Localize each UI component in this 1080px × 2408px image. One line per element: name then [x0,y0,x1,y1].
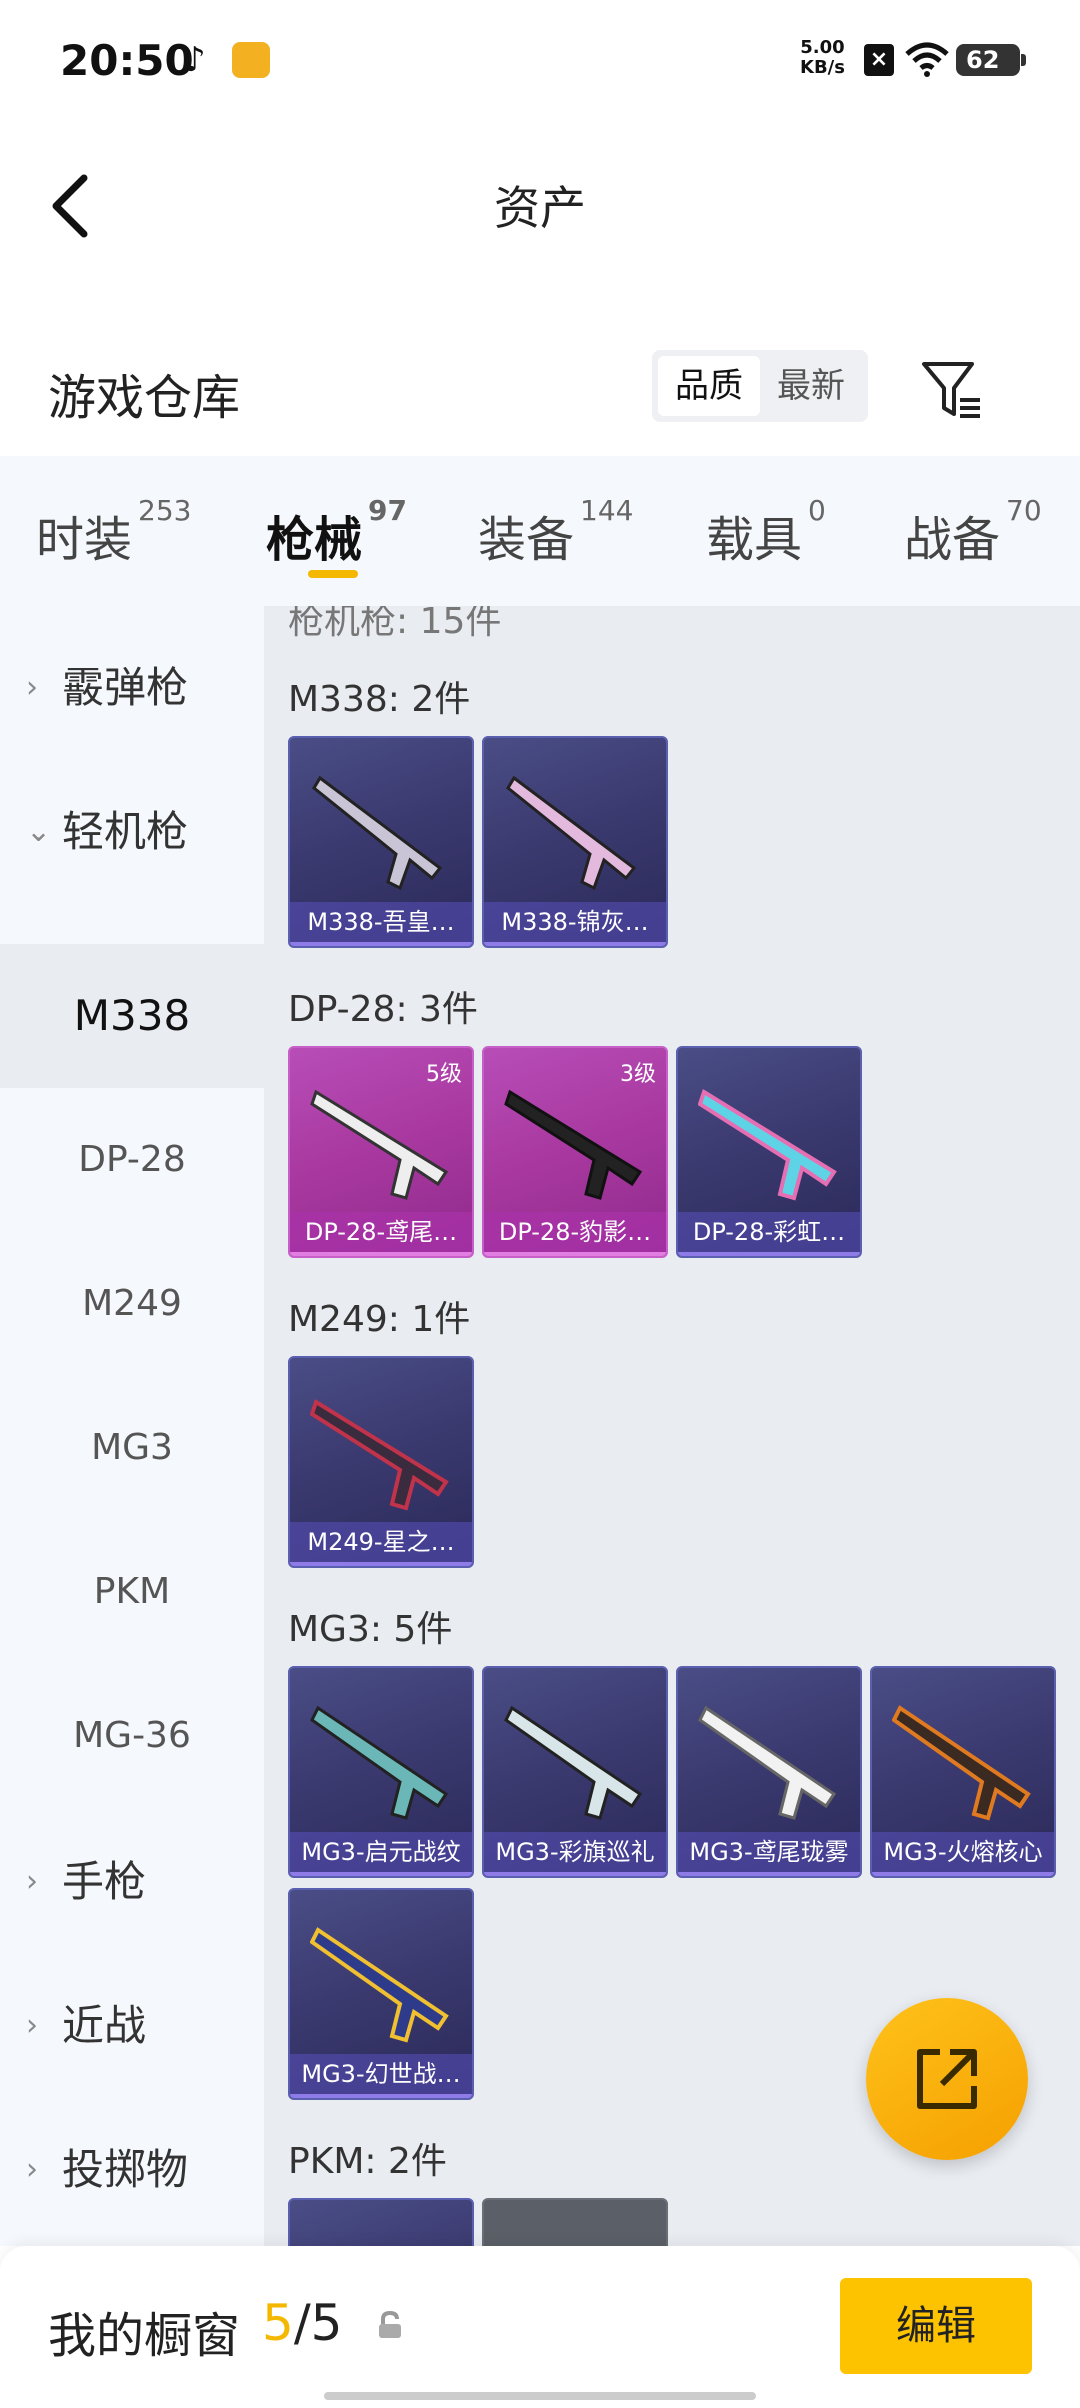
weapon-name: MG3-彩旗巡礼 [484,1832,666,1876]
weapon-name: M338-吾皇… [290,902,472,946]
page-title: 资产 [494,181,586,235]
tab-fashion[interactable]: 时装253 [36,494,191,570]
weapon-name: MG3-鸢尾珑雾 [678,1832,860,1876]
weapon-image [892,1705,1031,1821]
weapon-name: DP-28-豹影… [484,1212,666,1256]
weapon-image [310,1927,449,2043]
weapon-card[interactable]: DP-28-彩虹… [676,1046,862,1258]
battery-indicator: 62 [956,44,1026,76]
section-title-pkm: PKM: 2件 [288,2141,447,2182]
x-notification-icon: × [864,44,894,76]
net-speed: 5.00 KB/s [800,37,845,78]
weapon-name: MG3-火熔核心 [872,1832,1054,1876]
weapon-name: M338-锦灰… [484,902,666,946]
chevron-right-icon: › [26,1864,38,1899]
sidebar-sub-dp28[interactable]: DP-28 [0,1088,264,1232]
share-button[interactable] [866,1998,1028,2160]
weapon-image [310,1705,449,1820]
weapon-card[interactable]: MG3-幻世战… [288,1888,474,2100]
warehouse-title: 游戏仓库 [48,370,241,426]
edit-button[interactable]: 编辑 [840,2278,1032,2374]
showcase-bar: 我的橱窗 5/5 编辑 [0,2246,1080,2408]
weapon-name: MG3-幻世战… [290,2054,472,2098]
section-title-m338: M338: 2件 [288,679,471,720]
showcase-label: 我的橱窗 [48,2308,241,2364]
warehouse-header: 游戏仓库 品质 最新 [0,330,1080,450]
weapon-card[interactable] [288,2198,474,2246]
section-title-dp28: DP-28: 3件 [288,989,478,1030]
weapon-card[interactable]: 5级 DP-28-鸢尾… [288,1046,474,1258]
weapon-card[interactable]: M338-锦灰… [482,736,668,948]
weapon-card[interactable]: MG3-启元战纹 [288,1666,474,1878]
weapon-image [698,1705,837,1820]
top-bar: 资产 [0,120,1080,280]
weapon-image [310,1089,449,1200]
sidebar-sub-mg3[interactable]: MG3 [0,1376,264,1520]
weapon-name: DP-28-鸢尾… [290,1212,472,1256]
sidebar-sub-mg36[interactable]: MG-36 [0,1664,264,1808]
sidebar-item-shotgun[interactable]: › 霰弹枪 [0,616,264,760]
weapon-name: MG3-启元战纹 [290,1832,472,1876]
sidebar-sub-m338[interactable]: M338 [0,944,264,1088]
lock-icon [379,2310,401,2338]
weapon-card[interactable]: M338-吾皇… [288,736,474,948]
section-title-cut: 枪机枪: 15件 [288,606,502,642]
weapon-image [312,775,443,891]
weapon-image [504,1705,643,1820]
share-icon [917,2049,977,2109]
chevron-right-icon: › [26,2152,38,2187]
chevron-right-icon: › [26,2008,38,2043]
showcase-count: 5/5 [262,2294,343,2352]
sort-newest-button[interactable]: 最新 [760,356,862,416]
weapon-card[interactable]: MG3-火熔核心 [870,1666,1056,1878]
section-title-m249: M249: 1件 [288,1299,471,1340]
weapon-card[interactable]: MG3-彩旗巡礼 [482,1666,668,1878]
weapon-image [506,775,637,891]
sidebar-item-pistol[interactable]: › 手枪 [0,1810,264,1954]
game-app-icon [232,42,270,78]
sort-toggle: 品质 最新 [652,350,868,422]
weapon-image [698,1088,837,1201]
weapon-type-sidebar: › 霰弹枪 ⌄ 轻机枪 M338 DP-28 M249 MG3 PKM MG-36 … [0,606,264,2246]
tab-supplies[interactable]: 战备70 [904,494,1042,570]
weapon-card[interactable]: 3级 DP-28-豹影… [482,1046,668,1258]
sidebar-item-lmg[interactable]: ⌄ 轻机枪 [0,760,264,904]
status-bar: 20:50 ♪ 5.00 KB/s × 62 [0,0,1080,120]
weapon-image [504,1089,643,1200]
weapon-card[interactable] [482,2198,668,2246]
sidebar-item-throwable[interactable]: › 投掷物 [0,2098,264,2242]
weapon-name: M249-星之… [290,1522,472,1566]
sidebar-sub-pkm[interactable]: PKM [0,1520,264,1664]
sort-quality-button[interactable]: 品质 [658,356,760,416]
section-title-mg3: MG3: 5件 [288,1609,453,1650]
home-indicator[interactable] [324,2392,756,2400]
weapon-card[interactable]: M249-星之… [288,1356,474,1568]
weapon-name: DP-28-彩虹… [678,1212,860,1256]
tiktok-icon: ♪ [184,40,206,80]
tab-firearms[interactable]: 枪械97 [266,494,407,570]
category-tabs: 时装253 枪械97 装备144 载具0 战备70 [0,456,1080,606]
weapon-card[interactable]: MG3-鸢尾珑雾 [676,1666,862,1878]
tab-vehicles[interactable]: 载具0 [706,494,826,570]
filter-icon[interactable] [920,358,984,422]
tab-equipment[interactable]: 装备144 [478,494,633,570]
weapon-image [310,1398,449,1511]
chevron-down-icon: ⌄ [26,814,52,849]
chevron-right-icon: › [26,670,38,705]
sidebar-sub-m249[interactable]: M249 [0,1232,264,1376]
status-time: 20:50 [60,36,194,85]
sidebar-item-melee[interactable]: › 近战 [0,1954,264,2098]
wifi-icon [905,42,949,77]
active-tab-indicator [308,570,358,578]
